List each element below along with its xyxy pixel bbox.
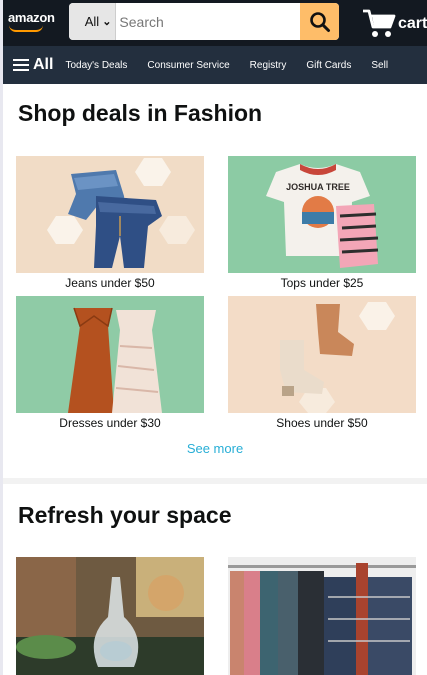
search-button[interactable] bbox=[300, 3, 339, 40]
search-icon bbox=[309, 11, 330, 32]
fashion-card-label: Shoes under $50 bbox=[276, 416, 368, 430]
fashion-card-tops[interactable]: JOSHUA TREE Tops under $25 bbox=[228, 156, 416, 290]
nav-link-sell[interactable]: Sell bbox=[371, 60, 388, 71]
fashion-card-dresses[interactable]: Dresses under $30 bbox=[16, 296, 204, 430]
fashion-card-shoes[interactable]: Shoes under $50 bbox=[228, 296, 416, 430]
search-category-label: All bbox=[84, 14, 100, 29]
fashion-section-title: Shop deals in Fashion bbox=[18, 100, 263, 126]
closet-image[interactable] bbox=[228, 557, 416, 675]
refresh-section-title: Refresh your space bbox=[18, 502, 232, 528]
search-input[interactable] bbox=[116, 3, 301, 40]
hamburger-icon bbox=[13, 59, 29, 71]
top-bar: amazon All ⌄ cart bbox=[3, 0, 427, 46]
section-divider bbox=[3, 478, 427, 484]
nav-link-todays-deals[interactable]: Today's Deals bbox=[65, 60, 127, 71]
cart-label: cart bbox=[398, 15, 427, 32]
nav-link-consumer-service[interactable]: Consumer Service bbox=[147, 60, 229, 71]
refresh-card-closet[interactable] bbox=[228, 557, 416, 675]
nav-link-gift-cards[interactable]: Gift Cards bbox=[306, 60, 351, 71]
chevron-down-icon: ⌄ bbox=[102, 16, 112, 28]
fashion-card-jeans[interactable]: Jeans under $50 bbox=[16, 156, 204, 290]
amazon-logo[interactable]: amazon bbox=[8, 10, 55, 25]
refresh-card-dining[interactable] bbox=[16, 557, 204, 675]
jeans-image[interactable] bbox=[16, 156, 204, 273]
cart-button[interactable]: cart bbox=[361, 6, 427, 40]
cart-icon bbox=[363, 9, 396, 37]
svg-text:JOSHUA TREE: JOSHUA TREE bbox=[286, 182, 350, 192]
fashion-card-label: Dresses under $30 bbox=[59, 416, 161, 430]
nav-bar: All Today's Deals Consumer Service Regis… bbox=[3, 46, 427, 84]
fashion-card-label: Jeans under $50 bbox=[65, 276, 155, 290]
amazon-smile-icon bbox=[9, 25, 43, 32]
see-more-link[interactable]: See more bbox=[3, 441, 427, 456]
dining-image[interactable] bbox=[16, 557, 204, 675]
fashion-card-label: Tops under $25 bbox=[280, 276, 364, 290]
nav-all-button[interactable]: All bbox=[13, 56, 53, 74]
tops-image[interactable]: JOSHUA TREE bbox=[228, 156, 416, 273]
page: amazon All ⌄ cart bbox=[3, 0, 427, 675]
shoes-image[interactable] bbox=[228, 296, 416, 413]
nav-link-registry[interactable]: Registry bbox=[250, 60, 287, 71]
dresses-image[interactable] bbox=[16, 296, 204, 413]
search-category-select[interactable]: All ⌄ bbox=[69, 3, 117, 40]
nav-all-label: All bbox=[33, 56, 54, 73]
search-bar: All ⌄ bbox=[69, 3, 339, 40]
